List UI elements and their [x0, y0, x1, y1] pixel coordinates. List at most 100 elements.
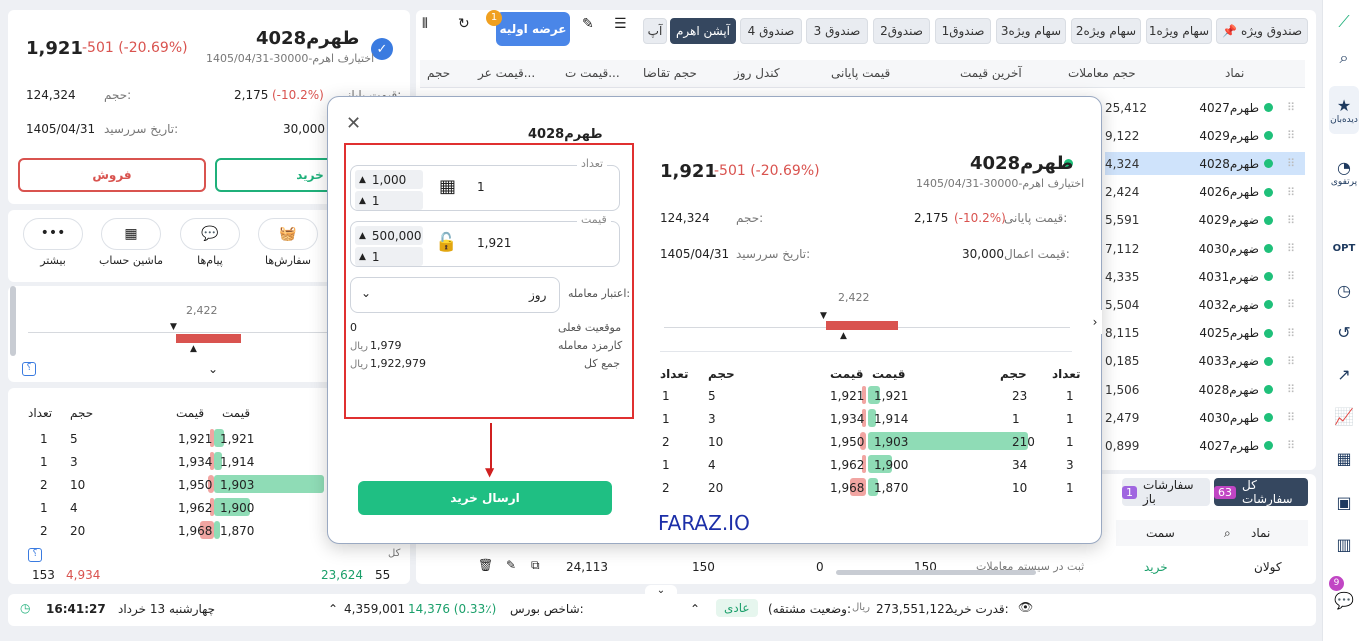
box-icon[interactable]: ▣ [1329, 488, 1359, 516]
price-input[interactable]: 1,921 [477, 236, 511, 250]
ob-ask-price[interactable]: 1,934 [178, 455, 212, 469]
ob-cell[interactable]: 1,870 [874, 481, 908, 495]
table-row[interactable]: 2,424 طهرم4026 ⠿ [1105, 181, 1305, 204]
chart-icon[interactable]: 📈 [1329, 402, 1359, 430]
col-volume[interactable]: حجم معاملات [1068, 66, 1136, 80]
tool-calculator[interactable]: ▦ ماشین حساب [94, 218, 168, 276]
tab-special-stock-2[interactable]: سهام ویژه2 [1071, 18, 1141, 44]
col-last-price[interactable]: آخرین قیمت [960, 66, 1022, 80]
ob-cell[interactable]: 1,921 [874, 389, 908, 403]
sell-button[interactable]: فروش [18, 158, 206, 192]
edit-icon[interactable]: ✎ [506, 558, 516, 572]
table-row[interactable]: 8,115 طهرم4025 ⠿ [1105, 322, 1305, 345]
table-row[interactable]: 25,412 طهرم4027 ⠿ [1105, 96, 1305, 119]
table-row[interactable]: 5,591 ضهرم4029 ⠿ [1105, 209, 1305, 232]
chevron-up-icon[interactable]: ⌃ [328, 602, 338, 616]
close-icon[interactable]: ✕ [346, 113, 361, 134]
grid-icon[interactable]: ▦ [1329, 444, 1359, 472]
drag-handle-icon[interactable]: ⠿ [1287, 186, 1295, 199]
ob-bid-price[interactable]: 1,921 [220, 432, 254, 446]
table-row[interactable]: 9,122 طهرم4029 ⠿ [1105, 124, 1305, 147]
collapse-button[interactable]: ⌄ [645, 585, 677, 599]
col-symbol[interactable]: نماد [1225, 66, 1244, 80]
stats-icon[interactable]: ▥ [1329, 530, 1359, 558]
ob-ask-price[interactable]: 1,921 [178, 432, 212, 446]
ob-bid-price[interactable]: 1,914 [220, 455, 254, 469]
search-icon[interactable]: ⌕ [1329, 44, 1359, 72]
chevron-up-icon[interactable]: ▲ [359, 252, 366, 262]
opt-icon[interactable]: OPT [1329, 234, 1359, 262]
chevron-up-icon[interactable]: ▲ [359, 175, 366, 185]
scroll-handle[interactable] [10, 286, 16, 356]
ob-ask-price[interactable]: 1,968 [178, 524, 212, 538]
tab-fund-3[interactable]: صندوق 3 [806, 18, 868, 44]
watchlist-icon[interactable]: ★ دیده‌بان [1329, 86, 1359, 134]
col-supply-price[interactable]: قیمت عر... [478, 66, 535, 80]
tab-open-orders[interactable]: 1 سفارشات باز [1122, 478, 1210, 506]
drag-handle-icon[interactable]: ⠿ [1287, 298, 1295, 311]
col-symbol[interactable]: نماد [1251, 526, 1270, 540]
tool-messages[interactable]: 💬 پیام‌ها [175, 218, 245, 276]
chevron-down-icon[interactable]: ⌄ [208, 362, 218, 376]
qty-step-spinner[interactable]: ▲ 1,000 [355, 170, 423, 189]
drag-handle-icon[interactable]: ⠿ [1287, 439, 1295, 452]
search-icon[interactable]: ⌕ [1224, 526, 1231, 541]
toolbar-icon[interactable]: ⫴ [422, 16, 428, 32]
ob-cell[interactable]: 1,900 [874, 458, 908, 472]
ob-bid-price[interactable]: 1,870 [220, 524, 254, 538]
ob-cell[interactable]: 1,921 [830, 389, 864, 403]
table-row[interactable]: 4,324 طهرم4028 ⠿ [1105, 152, 1305, 176]
timer-icon[interactable]: ◷ [1329, 276, 1359, 304]
submit-buy-button[interactable]: ارسال خرید [358, 481, 612, 515]
logo-icon[interactable]: ⟋ [1329, 8, 1359, 36]
tab-special-stock-1[interactable]: سهام ویژه1 [1146, 18, 1212, 44]
drag-handle-icon[interactable]: ⠿ [1287, 101, 1295, 114]
delete-icon[interactable]: 🗑 [478, 558, 493, 572]
col-side[interactable]: سمت [1146, 526, 1175, 540]
table-row[interactable]: 0,185 ضهرم4033 ⠿ [1105, 350, 1305, 373]
price-step-spinner[interactable]: ▲ 1 [355, 247, 423, 266]
drag-handle-icon[interactable]: ⠿ [1287, 411, 1295, 424]
ob-bid-price[interactable]: 1,903 [220, 478, 254, 492]
table-row[interactable]: 2,479 طهرم4030 ⠿ [1105, 406, 1305, 429]
edit-icon[interactable]: ✎ [582, 16, 594, 32]
drag-handle-icon[interactable]: ⠿ [1287, 242, 1295, 255]
table-row[interactable]: 4,335 ضهرم4031 ⠿ [1105, 265, 1305, 288]
drag-handle-icon[interactable]: ⠿ [1287, 214, 1295, 227]
ob-cell[interactable]: 1,968 [830, 481, 864, 495]
ob-cell[interactable]: 1,903 [874, 435, 908, 449]
table-row[interactable]: 1,506 ضهرم4028 ⠿ [1105, 378, 1305, 401]
qty-step-spinner[interactable]: ▲ 1 [355, 191, 423, 210]
drag-handle-icon[interactable]: ⠿ [1287, 327, 1295, 340]
drag-handle-icon[interactable]: ⠿ [1287, 270, 1295, 283]
tab-fund-2[interactable]: صندوق2 [873, 18, 930, 44]
tool-orders[interactable]: 🧺 سفارش‌ها [253, 218, 323, 276]
col-demand-vol[interactable]: حجم تقاضا [643, 66, 697, 80]
tab-special-stock-3[interactable]: سهام ویژه3 [996, 18, 1066, 44]
col-supply-vol[interactable]: حجم [427, 66, 450, 80]
help-icon[interactable]: ؟ [22, 362, 36, 376]
tab-fund-4[interactable]: صندوق 4 [740, 18, 802, 44]
chevron-up-icon[interactable]: ⌃ [690, 602, 700, 616]
qty-input[interactable]: 1 [477, 180, 485, 194]
drag-handle-icon[interactable]: ⠿ [1287, 157, 1295, 170]
portfolio-icon[interactable]: ◔ پرتفوی [1329, 150, 1359, 194]
copy-icon[interactable]: ⧉ [531, 558, 540, 573]
chevron-up-icon[interactable]: ▲ [359, 231, 366, 241]
validity-select[interactable]: ⌄ روز [350, 277, 560, 313]
ob-cell[interactable]: 1,950 [830, 435, 864, 449]
table-row[interactable]: 5,504 ضهرم4032 ⠿ [1105, 293, 1305, 316]
drag-handle-icon[interactable]: ⠿ [1287, 129, 1295, 142]
tab-special-fund[interactable]: 📌 صندوق ویژه [1216, 18, 1308, 44]
tab-more[interactable]: آپ [643, 18, 667, 44]
ipo-button[interactable]: عرضه اولیه [496, 12, 570, 46]
refresh-icon[interactable]: ↻ [458, 16, 470, 32]
ob-cell[interactable]: 1,914 [874, 412, 908, 426]
favorite-icon[interactable]: ✓ [371, 38, 393, 60]
help-icon[interactable]: ؟ [28, 548, 42, 562]
eye-icon[interactable]: 👁 [1018, 600, 1033, 614]
col-candle[interactable]: کندل روز [734, 66, 780, 80]
history-icon[interactable]: ↺ [1329, 318, 1359, 346]
price-step-spinner[interactable]: ▲ 500,000 [355, 226, 423, 245]
chevron-right-icon[interactable]: › [1088, 310, 1102, 334]
